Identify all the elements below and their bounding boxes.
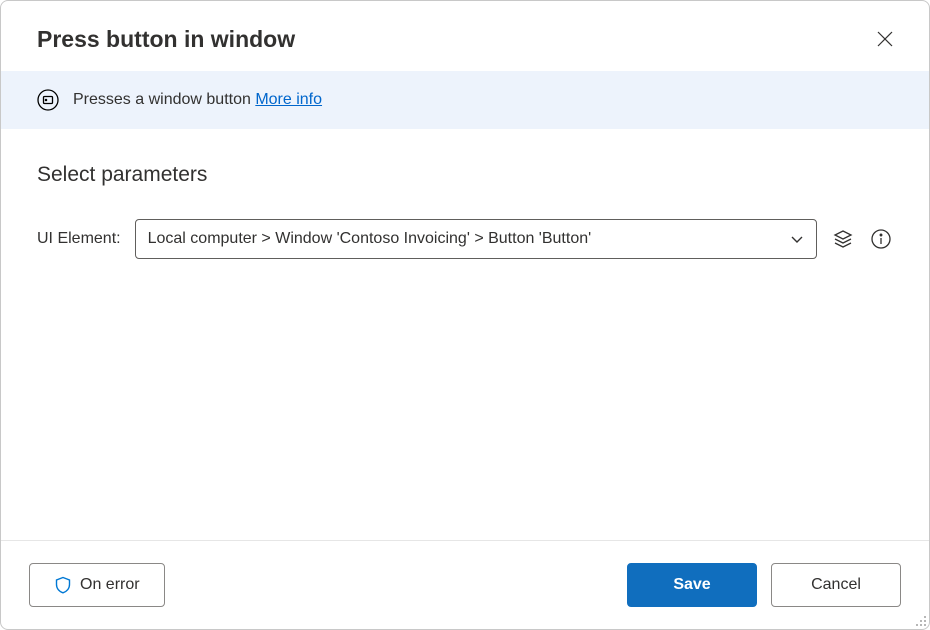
- save-button[interactable]: Save: [627, 563, 757, 607]
- parameters-section-title: Select parameters: [37, 163, 893, 187]
- ui-element-row: UI Element: Local computer > Window 'Con…: [37, 219, 893, 259]
- on-error-label: On error: [80, 576, 140, 594]
- close-icon: [877, 31, 893, 47]
- banner-description: Presses a window button: [73, 91, 251, 108]
- on-error-button[interactable]: On error: [29, 563, 165, 607]
- dialog-footer: On error Save Cancel: [1, 540, 929, 629]
- dialog-content: Select parameters UI Element: Local comp…: [1, 129, 929, 540]
- dialog-header: Press button in window: [1, 1, 929, 71]
- info-banner: Presses a window button More info: [1, 71, 929, 129]
- banner-text: Presses a window button More info: [73, 91, 322, 109]
- ui-element-value: Local computer > Window 'Contoso Invoici…: [148, 230, 790, 248]
- ui-element-picker-button[interactable]: [831, 227, 855, 251]
- resize-handle[interactable]: [913, 613, 927, 627]
- action-config-dialog: Press button in window Presses a window …: [0, 0, 930, 630]
- layers-icon: [833, 229, 853, 249]
- ui-element-label: UI Element:: [37, 230, 121, 248]
- action-icon: [37, 89, 59, 111]
- chevron-down-icon: [790, 232, 804, 246]
- info-icon: [871, 229, 891, 249]
- shield-icon: [54, 576, 72, 594]
- dialog-title: Press button in window: [37, 26, 295, 53]
- close-button[interactable]: [871, 25, 899, 53]
- info-button[interactable]: [869, 227, 893, 251]
- footer-actions: Save Cancel: [627, 563, 901, 607]
- more-info-link[interactable]: More info: [255, 91, 322, 108]
- ui-element-dropdown[interactable]: Local computer > Window 'Contoso Invoici…: [135, 219, 817, 259]
- cancel-button[interactable]: Cancel: [771, 563, 901, 607]
